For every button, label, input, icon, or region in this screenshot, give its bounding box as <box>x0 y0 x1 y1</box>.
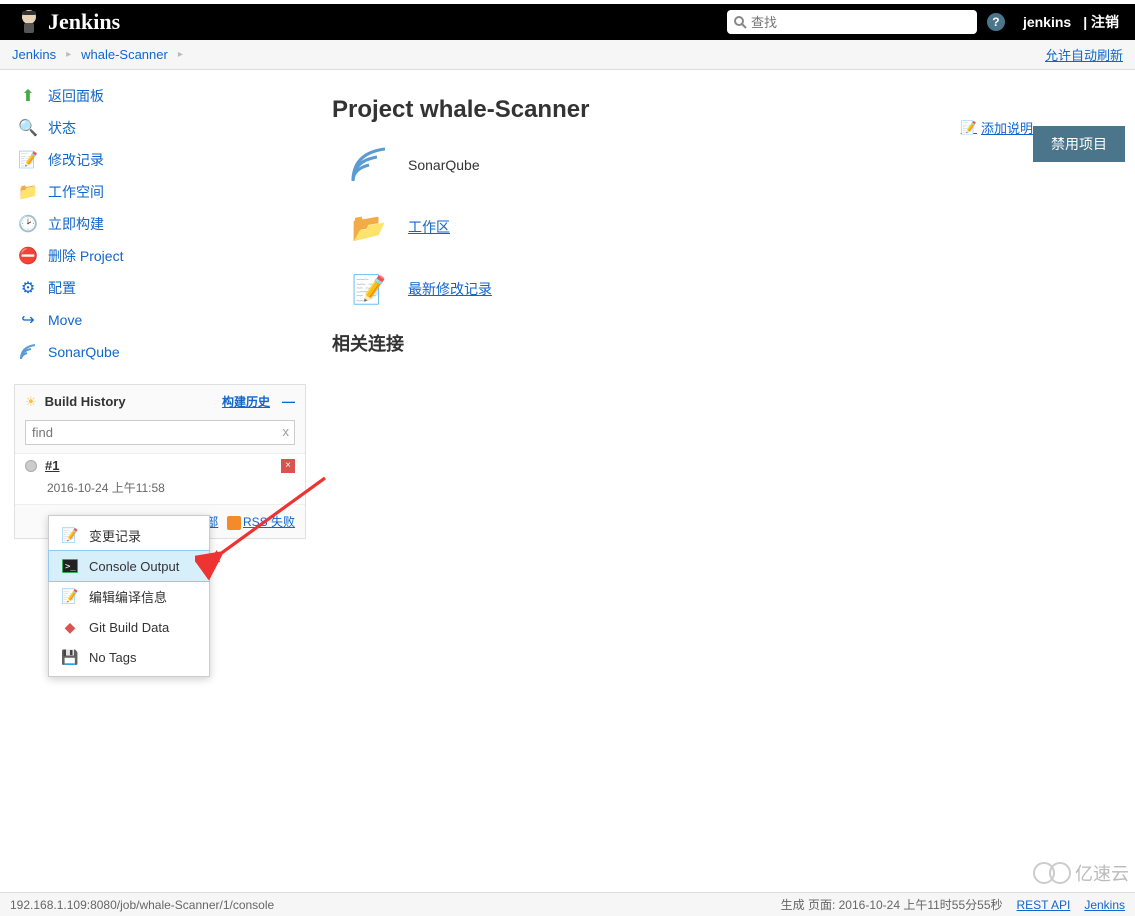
workspace-label: 工作区 <box>408 217 450 237</box>
delete-build-icon[interactable]: × <box>281 459 295 473</box>
sidebar-changes-label: 修改记录 <box>48 150 104 170</box>
sidebar-status-label: 状态 <box>48 118 76 138</box>
sidebar-sonar[interactable]: SonarQube <box>0 336 320 368</box>
menu-console-label: Console Output <box>89 559 179 574</box>
help-icon[interactable]: ? <box>987 13 1005 31</box>
clear-icon[interactable]: x <box>283 424 290 439</box>
sidebar-move[interactable]: ↪ Move <box>0 304 320 336</box>
menu-editinfo-label: 编辑编译信息 <box>89 587 167 606</box>
move-icon: ↪ <box>18 310 38 330</box>
sun-icon: ☀ <box>25 394 37 410</box>
logout-text: 注销 <box>1091 14 1119 30</box>
generated-timestamp: 生成 页面: 2016-10-24 上午11时55分55秒 <box>781 896 1003 913</box>
sidebar-status[interactable]: 🔍 状态 <box>0 112 320 144</box>
notepad-icon: 📝 <box>61 527 79 545</box>
sidebar-configure[interactable]: ⚙ 配置 <box>0 272 320 304</box>
status-url: 192.168.1.109:8080/job/whale-Scanner/1/c… <box>10 898 274 912</box>
build-row[interactable]: #1 × <box>15 453 305 477</box>
disable-project-button[interactable]: 禁用项目 <box>1033 126 1125 162</box>
username-link[interactable]: jenkins <box>1023 14 1071 30</box>
chevron-right-icon: ▸ <box>66 49 71 60</box>
history-find-input[interactable] <box>25 420 295 445</box>
menu-changes-label: 变更记录 <box>89 526 141 545</box>
menu-edit-info[interactable]: 📝 编辑编译信息 <box>49 581 209 612</box>
sidebar-configure-label: 配置 <box>48 278 76 298</box>
sonar-icon <box>348 144 390 186</box>
folder-open-icon: 📂 <box>348 206 390 248</box>
build-status-ball-icon <box>25 460 37 472</box>
collapse-icon[interactable]: — <box>282 394 295 409</box>
brand-text: Jenkins <box>48 9 120 35</box>
menu-no-tags[interactable]: 💾 No Tags <box>49 642 209 672</box>
jenkins-icon <box>16 7 42 37</box>
logo[interactable]: Jenkins <box>16 7 120 37</box>
edit-icon: 📝 <box>961 120 977 136</box>
folder-icon: 📁 <box>18 182 38 202</box>
sidebar-sonar-label: SonarQube <box>48 344 120 360</box>
chevron-right-icon: ▸ <box>178 49 183 60</box>
up-arrow-icon: ⬆ <box>18 86 38 106</box>
sidebar-move-label: Move <box>48 312 82 328</box>
menu-changes[interactable]: 📝 变更记录 <box>49 520 209 551</box>
history-find: x <box>25 420 295 445</box>
notepad-icon: 📝 <box>61 588 79 606</box>
search-icon <box>733 15 747 29</box>
breadcrumb: Jenkins ▸ whale-Scanner ▸ 允许自动刷新 <box>0 40 1135 70</box>
jenkins-version-link[interactable]: Jenkins <box>1084 898 1125 912</box>
project-links: SonarQube 📂 工作区 📝 最新修改记录 <box>348 144 1123 310</box>
menu-console-output[interactable]: >_ Console Output <box>48 550 210 582</box>
no-entry-icon: ⛔ <box>18 246 38 266</box>
sidebar-delete[interactable]: ⛔ 删除 Project <box>0 240 320 272</box>
topbar: Jenkins ? jenkins | 注销 <box>0 0 1135 40</box>
menu-notags-label: No Tags <box>89 650 136 665</box>
related-links-heading: 相关连接 <box>332 330 1123 356</box>
build-date: 2016-10-24 上午11:58 <box>15 477 305 504</box>
notepad-icon: 📝 <box>348 268 390 310</box>
notepad-icon: 📝 <box>18 150 38 170</box>
svg-text:>_: >_ <box>65 562 76 572</box>
sidebar-buildnow-label: 立即构建 <box>48 214 104 234</box>
terminal-icon: >_ <box>61 557 79 575</box>
sidebar-workspace-label: 工作空间 <box>48 182 104 202</box>
git-icon: ◆ <box>61 618 79 636</box>
save-icon: 💾 <box>61 648 79 666</box>
breadcrumb-root[interactable]: Jenkins <box>12 47 56 62</box>
sidebar-build-now[interactable]: 🕑 立即构建 <box>0 208 320 240</box>
build-history-title: Build History <box>45 394 126 409</box>
enable-autorefresh[interactable]: 允许自动刷新 <box>1045 45 1123 64</box>
gear-icon: ⚙ <box>18 278 38 298</box>
sidebar-back-label: 返回面板 <box>48 86 104 106</box>
menu-git-data[interactable]: ◆ Git Build Data <box>49 612 209 642</box>
logout-link[interactable]: | 注销 <box>1083 12 1119 32</box>
footer: 192.168.1.109:8080/job/whale-Scanner/1/c… <box>0 892 1135 916</box>
add-desc-label: 添加说明 <box>981 118 1033 137</box>
workspace-link[interactable]: 📂 工作区 <box>348 206 1123 248</box>
main-panel: Project whale-Scanner 📝添加说明 禁用项目 SonarQu… <box>320 70 1135 892</box>
build-history-head: ☀ Build History 构建历史 — <box>15 385 305 418</box>
sonar-label: SonarQube <box>408 157 480 173</box>
sidebar: ⬆返回面板 🔍状态 📝修改记录 📁工作空间 🕑立即构建 ⛔删除 Project … <box>0 70 320 892</box>
search-input[interactable] <box>751 15 971 30</box>
recent-changes-label: 最新修改记录 <box>408 279 492 299</box>
add-description-link[interactable]: 📝添加说明 <box>961 118 1033 137</box>
rss-icon <box>227 516 241 530</box>
build-number[interactable]: #1 <box>45 458 59 473</box>
sonar-icon <box>18 342 38 362</box>
clock-play-icon: 🕑 <box>18 214 38 234</box>
rss-fail-link[interactable]: RSS 失败 <box>243 515 295 529</box>
search-box[interactable] <box>727 10 977 34</box>
build-context-menu: 📝 变更记录 >_ Console Output 📝 编辑编译信息 ◆ Git Buil… <box>48 515 210 677</box>
breadcrumb-project[interactable]: whale-Scanner <box>81 47 168 62</box>
recent-changes-link[interactable]: 📝 最新修改记录 <box>348 268 1123 310</box>
rest-api-link[interactable]: REST API <box>1017 898 1071 912</box>
sidebar-workspace[interactable]: 📁 工作空间 <box>0 176 320 208</box>
menu-gitdata-label: Git Build Data <box>89 620 169 635</box>
sidebar-changes[interactable]: 📝 修改记录 <box>0 144 320 176</box>
sidebar-delete-label: 删除 Project <box>48 246 123 266</box>
build-trend-link[interactable]: 构建历史 <box>222 393 270 410</box>
top-actions: 📝添加说明 禁用项目 <box>961 118 1125 162</box>
search-icon: 🔍 <box>18 118 38 138</box>
sidebar-back[interactable]: ⬆ 返回面板 <box>0 80 320 112</box>
